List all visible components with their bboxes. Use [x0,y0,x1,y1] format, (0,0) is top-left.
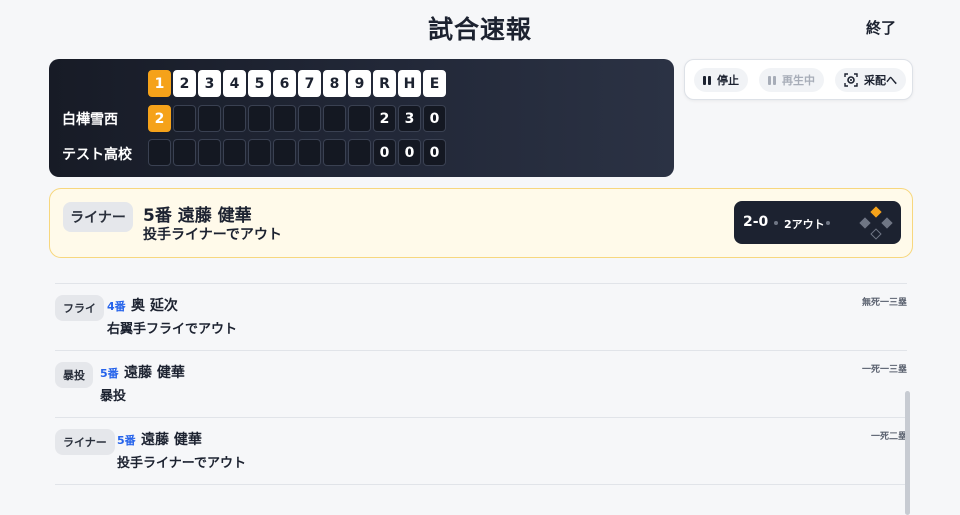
inning-score-cell [298,105,321,132]
scrollbar[interactable] [905,391,910,515]
inning-header-1: 1 [148,70,171,97]
current-batter: 5番 遠藤 健華 [143,206,252,226]
total-score-cell: 3 [398,105,421,132]
bases-diamond-icon [859,206,893,240]
batter-name: 遠藤 健華 [141,432,202,448]
pause-icon [768,75,776,85]
playing-button[interactable]: 再生中 [759,68,824,92]
inning-score-cell [198,105,221,132]
runner-situation: 一死一三塁 [861,365,907,375]
team-name-home: 白樺雪西 [62,112,118,128]
batting-order: 5番 [117,434,136,447]
inning-score-cell [198,139,221,166]
runner-situation: 一死二塁 [870,432,907,442]
play-result: 右翼手フライでアウト [107,322,238,337]
outs-count: 2アウト [784,218,825,231]
total-header-h: H [398,70,421,97]
inning-header-8: 8 [323,70,346,97]
scoreboard: 123456789RHE 白樺雪西 テスト高校 2230000 [49,59,674,177]
inning-score-cell [323,105,346,132]
inning-score-cell [323,139,346,166]
playback-controls: 停止 再生中 采配へ [684,59,913,100]
separator-dot [774,221,778,225]
pause-label: 停止 [717,74,739,87]
inning-score-cell [173,105,196,132]
play-row[interactable]: 暴投 5番 遠藤 健華 暴投 一死一三塁 [55,350,907,418]
team-name-away: テスト高校 [62,147,132,163]
strategy-button[interactable]: 采配へ [835,68,906,92]
inning-score-cell: 2 [148,105,171,132]
home-plate [870,228,882,240]
total-score-cell: 0 [373,139,396,166]
end-button[interactable]: 終了 [866,17,896,38]
batting-order: 5番 [100,367,119,380]
inning-score-cell [348,105,371,132]
list-divider [55,484,907,485]
first-base [881,217,893,229]
inning-header-9: 9 [348,70,371,97]
inning-header-6: 6 [273,70,296,97]
inning-score-cell [173,139,196,166]
inning-score-cell [148,139,171,166]
playing-label: 再生中 [782,74,815,87]
inning-score-cell [248,105,271,132]
separator-dot [826,221,830,225]
game-situation: 2-0 2アウト [734,201,901,244]
strategy-label: 采配へ [864,74,897,87]
play-result: 暴投 [100,389,127,404]
batter-name: 遠藤 健華 [124,365,185,381]
third-base [859,217,871,229]
page-title: 試合速報 [427,15,532,44]
inning-score-cell [348,139,371,166]
pause-button[interactable]: 停止 [694,68,748,92]
target-icon [844,73,858,87]
play-type-badge: 暴投 [55,362,93,388]
play-type-badge: フライ [55,295,104,321]
play-row[interactable]: フライ 4番 奥 延次 右翼手フライでアウト 無死一三塁 [55,283,907,351]
second-base [870,206,882,218]
runner-situation: 無死一三塁 [861,298,907,308]
batting-order: 4番 [107,300,126,313]
inning-score-cell [248,139,271,166]
inning-score-cell [273,139,296,166]
inning-header-4: 4 [223,70,246,97]
total-score-cell: 0 [398,139,421,166]
batter-name: 奥 延次 [131,298,178,314]
inning-header-2: 2 [173,70,196,97]
play-result: 投手ライナーでアウト [117,456,246,471]
current-result: 投手ライナーでアウト [143,227,282,243]
inning-header-5: 5 [248,70,271,97]
total-score-cell: 0 [423,139,446,166]
inning-score-cell [298,139,321,166]
play-type-badge: ライナー [63,202,133,232]
inning-score-cell [273,105,296,132]
play-type-badge: ライナー [55,429,115,455]
inning-score-cell [223,105,246,132]
current-score: 2-0 [743,214,769,230]
inning-header-7: 7 [298,70,321,97]
inning-header-3: 3 [198,70,221,97]
total-header-e: E [423,70,446,97]
total-score-cell: 2 [373,105,396,132]
total-score-cell: 0 [423,105,446,132]
current-play-card: ライナー 5番 遠藤 健華 投手ライナーでアウト 2-0 2アウト [49,188,913,258]
inning-score-cell [223,139,246,166]
pause-icon [703,75,711,85]
play-row[interactable]: ライナー 5番 遠藤 健華 投手ライナーでアウト 一死二塁 [55,417,907,485]
total-header-r: R [373,70,396,97]
